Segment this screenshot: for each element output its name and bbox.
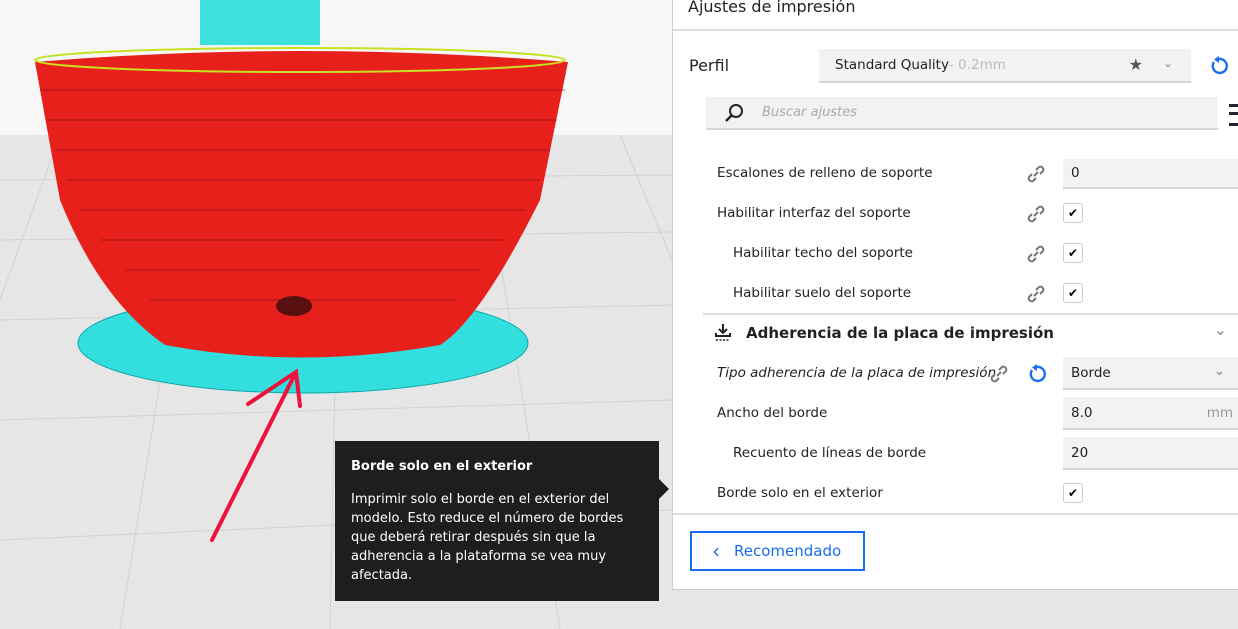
brim-width-value: 8.0	[1071, 404, 1093, 421]
settings-menu-icon[interactable]	[1229, 104, 1238, 126]
reset-profile-icon[interactable]	[1209, 56, 1229, 76]
brim-line-count-input[interactable]: 20	[1063, 437, 1238, 470]
brim-outside-only-checkbox[interactable]: ✔	[1063, 483, 1083, 503]
link-icon	[1025, 203, 1047, 225]
reset-setting-icon[interactable]	[1027, 364, 1047, 384]
setting-label: Borde solo en el exterior	[717, 485, 883, 501]
setting-label: Habilitar techo del soporte	[733, 245, 913, 261]
link-icon	[1025, 243, 1047, 265]
chevron-down-icon: ⌄	[1213, 363, 1225, 379]
setting-label: Habilitar suelo del soporte	[733, 285, 912, 301]
chevron-down-icon: ⌄	[1162, 56, 1173, 70]
unit-label: mm	[1206, 405, 1233, 421]
profile-name: Standard Quality	[835, 57, 949, 73]
chevron-left-icon: ‹	[712, 539, 720, 563]
adhesion-type-select[interactable]: Borde ⌄	[1063, 357, 1238, 390]
setting-label: Ancho del borde	[717, 405, 828, 421]
star-icon[interactable]: ★	[1129, 55, 1143, 74]
search-icon	[725, 104, 743, 122]
link-icon	[988, 363, 1010, 385]
setting-label: Escalones de relleno de soporte	[717, 165, 933, 181]
brim-width-input[interactable]: 8.0 mm	[1063, 397, 1238, 430]
tooltip-title: Borde solo en el exterior	[351, 459, 533, 474]
section-title: Adherencia de la placa de impresión	[746, 324, 1054, 342]
setting-label: Habilitar interfaz del soporte	[717, 205, 911, 221]
panel-title: Ajustes de impresión	[688, 0, 856, 16]
link-icon	[1025, 163, 1047, 185]
recommended-label: Recomendado	[734, 542, 842, 560]
link-icon	[1025, 283, 1047, 305]
setting-label: Tipo adherencia de la placa de impresión	[717, 365, 997, 381]
adhesion-icon	[715, 324, 731, 341]
print-settings-panel: Ajustes de impresión Perfil Standard Qua…	[672, 0, 1238, 590]
search-input[interactable]: Buscar ajustes	[706, 97, 1218, 130]
support-roof-checkbox[interactable]: ✔	[1063, 243, 1083, 263]
profile-label: Perfil	[689, 56, 730, 75]
support-interface-checkbox[interactable]: ✔	[1063, 203, 1083, 223]
tooltip-body: Imprimir solo el borde en el exterior de…	[351, 492, 624, 583]
setting-tooltip: Borde solo en el exterior Imprimir solo …	[335, 441, 669, 601]
search-placeholder: Buscar ajustes	[762, 105, 857, 120]
profile-select[interactable]: Standard Quality - 0.2mm ★ ⌄	[819, 49, 1191, 83]
chevron-down-icon: ⌄	[1213, 320, 1227, 339]
support-infill-steps-input[interactable]: 0	[1063, 159, 1238, 189]
profile-suffix: - 0.2mm	[948, 57, 1006, 73]
adhesion-type-value: Borde	[1071, 364, 1111, 381]
support-floor-checkbox[interactable]: ✔	[1063, 283, 1083, 303]
section-adhesion-header[interactable]: Adherencia de la placa de impresión ⌄	[713, 320, 1238, 348]
recommended-button[interactable]: ‹ Recomendado	[690, 531, 865, 571]
setting-label: Recuento de líneas de borde	[733, 445, 927, 461]
